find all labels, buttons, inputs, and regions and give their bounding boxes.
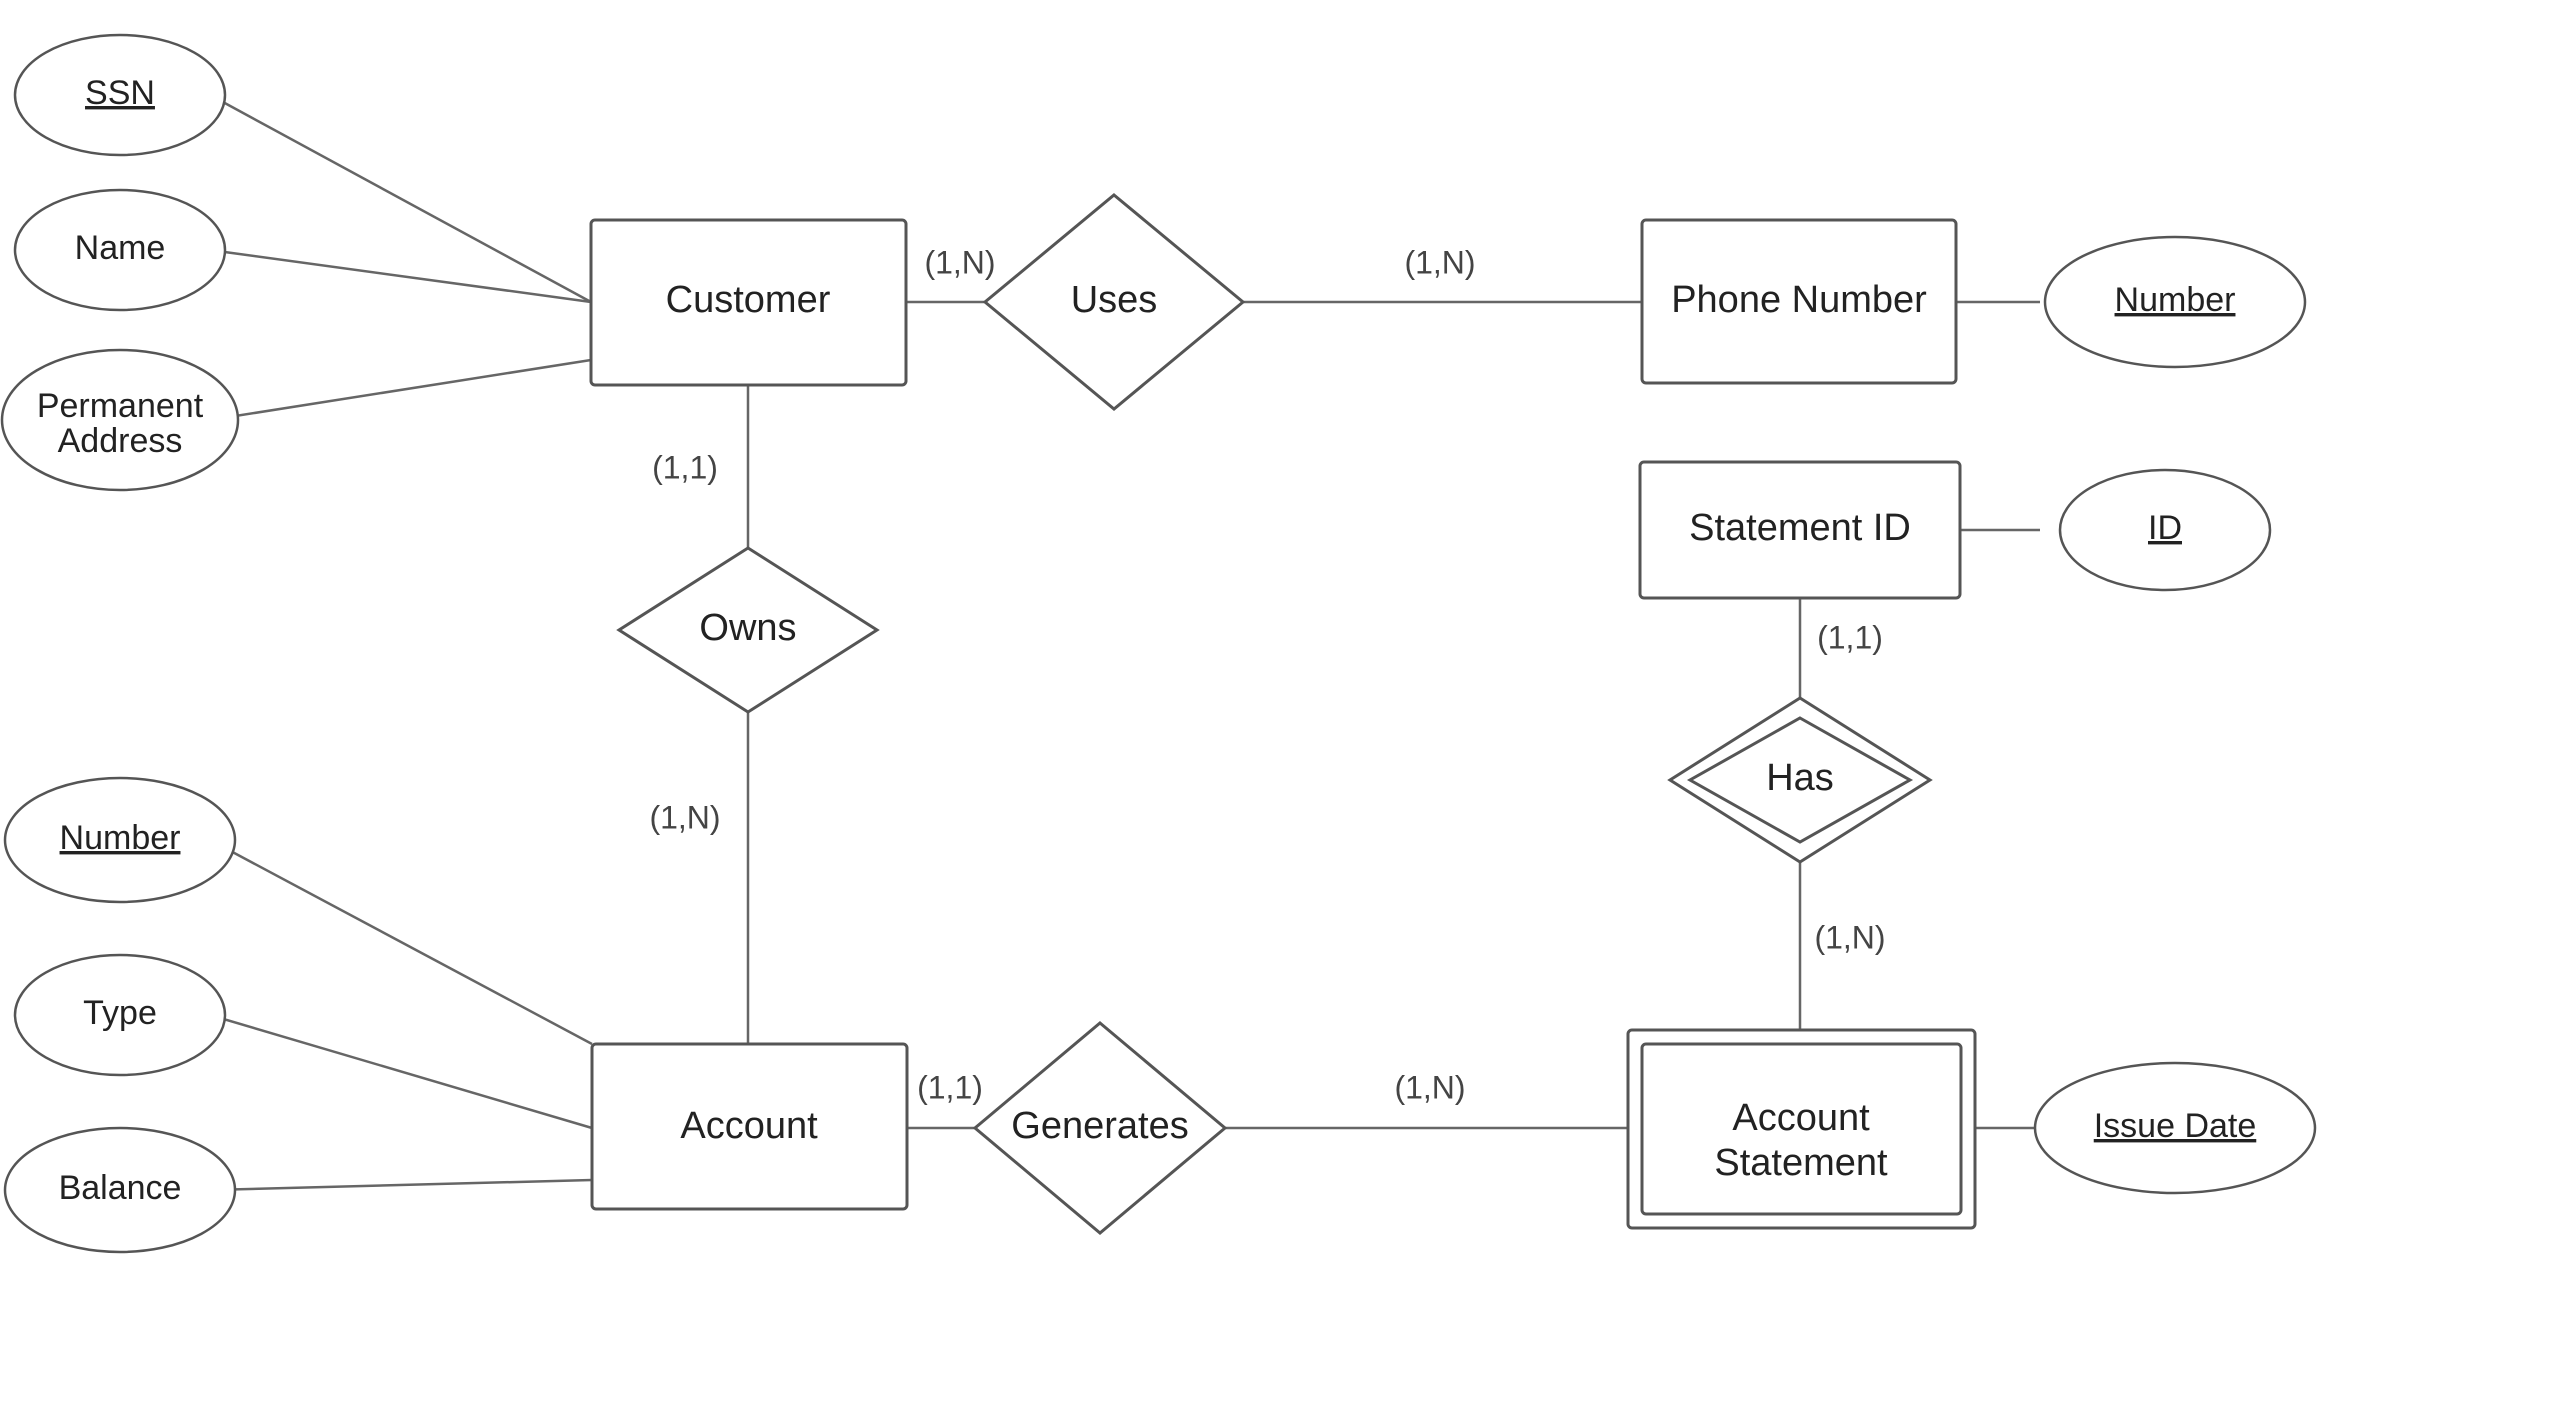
connector-addr-customer (210, 360, 591, 420)
entity-customer-label: Customer (666, 279, 831, 321)
card-has-stmt: (1,N) (1814, 919, 1885, 955)
card-stmtid-has: (1,1) (1817, 619, 1883, 655)
relationship-uses-label: Uses (1071, 279, 1158, 321)
entity-statement-id-label: Statement ID (1689, 507, 1911, 549)
attr-perm-address-label: Permanent (37, 387, 204, 425)
er-diagram: Uses Owns Generates Has Customer Phone N… (0, 0, 2550, 1425)
attr-acct-balance-label: Balance (59, 1169, 182, 1207)
card-generates-stmt: (1,N) (1394, 1069, 1465, 1105)
entity-account-label: Account (680, 1105, 818, 1147)
relationship-owns-label: Owns (699, 607, 796, 649)
attr-acct-type-label: Type (83, 994, 157, 1032)
connector-number-account (210, 840, 592, 1044)
attr-issue-date-label: Issue Date (2094, 1107, 2257, 1145)
attr-stmt-id-label: ID (2148, 509, 2182, 547)
connector-ssn-customer (210, 95, 591, 302)
connector-balance-account (210, 1180, 592, 1190)
entity-phone-number-label: Phone Number (1671, 279, 1927, 321)
attr-perm-address-label2: Address (58, 422, 183, 460)
card-account-generates: (1,1) (917, 1069, 983, 1105)
connector-name-customer (210, 250, 591, 302)
attr-acct-number-label: Number (60, 819, 181, 857)
card-uses-phone: (1,N) (1404, 244, 1475, 280)
relationship-generates-label: Generates (1011, 1105, 1188, 1147)
relationship-has-label: Has (1766, 757, 1834, 799)
card-owns-account: (1,N) (649, 799, 720, 835)
card-customer-owns: (1,1) (652, 449, 718, 485)
card-customer-uses: (1,N) (924, 244, 995, 280)
attr-phone-number-label: Number (2115, 281, 2236, 319)
attr-name-label: Name (75, 229, 166, 267)
entity-account-statement-label: Account (1732, 1097, 1870, 1139)
entity-account-statement-label2: Statement (1714, 1142, 1888, 1184)
attr-ssn-label: SSN (85, 74, 155, 112)
connector-type-account (210, 1015, 592, 1128)
